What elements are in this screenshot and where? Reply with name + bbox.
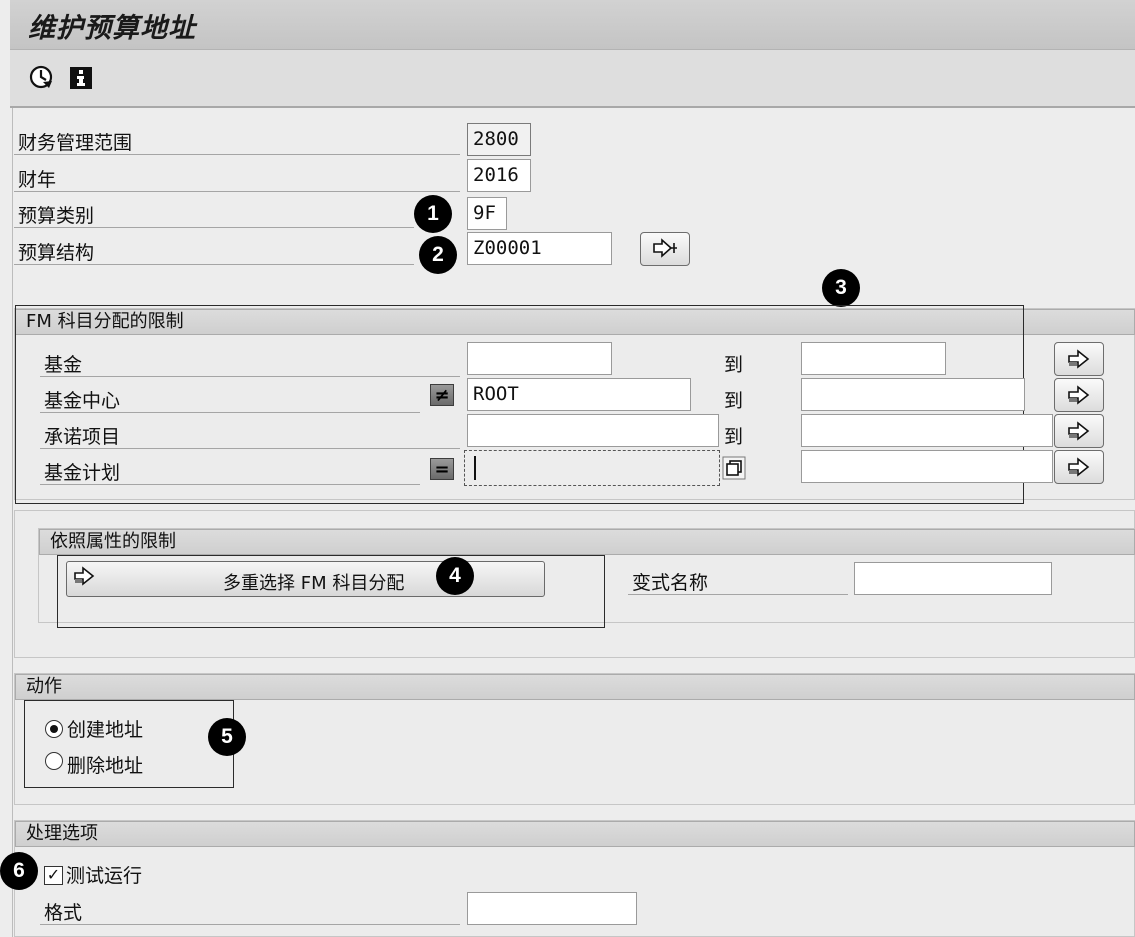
fund-to-field[interactable] <box>801 342 946 375</box>
funded-program-to-field[interactable] <box>801 450 1053 483</box>
test-run-checkbox[interactable]: ✓ <box>44 863 63 885</box>
label-underline <box>40 412 420 413</box>
label-underline <box>14 154 460 155</box>
label-underline <box>40 484 420 485</box>
delete-address-radio[interactable] <box>45 752 63 775</box>
label-underline <box>14 191 460 192</box>
fiscal-year-field[interactable]: 2016 <box>467 159 531 192</box>
text-cursor <box>474 456 476 480</box>
callout-4: 4 <box>436 557 474 595</box>
label-underline <box>14 227 414 228</box>
left-rule <box>12 108 13 937</box>
variant-name-field[interactable] <box>854 562 1052 595</box>
commitment-item-to-label: 到 <box>724 426 744 448</box>
fm-area-field: 2800 <box>467 123 531 156</box>
fund-center-label: 基金中心 <box>44 390 121 412</box>
arrow-right-icon <box>1068 349 1090 369</box>
callout-3: 3 <box>822 269 860 307</box>
clock-execute-icon[interactable] <box>27 63 55 91</box>
callout-2: 2 <box>419 236 457 274</box>
info-icon[interactable] <box>67 64 95 92</box>
callout-6: 6 <box>0 852 38 890</box>
funded-program-from-field[interactable] <box>464 450 720 486</box>
budget-structure-field[interactable]: Z00001 <box>467 232 612 265</box>
fiscal-year-label: 财年 <box>18 169 57 191</box>
fund-center-to-label: 到 <box>724 390 744 412</box>
budget-structure-nav-button[interactable] <box>640 232 690 266</box>
budget-category-label: 预算类别 <box>18 205 95 227</box>
callout-5: 5 <box>208 718 246 756</box>
budget-structure-label: 预算结构 <box>18 242 95 264</box>
delete-address-label: 删除地址 <box>67 755 144 777</box>
fund-multi-select-button[interactable] <box>1054 342 1104 376</box>
arrow-right-icon <box>74 566 95 586</box>
fund-label: 基金 <box>44 354 83 376</box>
label-underline <box>40 924 460 925</box>
processing-section-title: 处理选项 <box>15 821 1135 847</box>
commitment-item-from-field[interactable] <box>467 414 719 447</box>
application-toolbar <box>10 50 1135 108</box>
funded-program-multi-select-button[interactable] <box>1054 450 1104 484</box>
fund-from-field[interactable] <box>467 342 612 375</box>
fund-center-to-field[interactable] <box>801 378 1025 411</box>
hierarchy-arrow-icon <box>653 238 677 258</box>
action-section-title: 动作 <box>15 674 1135 700</box>
create-address-radio[interactable] <box>45 716 63 738</box>
fund-center-from-field[interactable]: ROOT <box>467 378 691 411</box>
arrow-right-icon <box>1068 457 1090 477</box>
funded-program-label: 基金计划 <box>44 462 121 484</box>
multi-select-fm-label: 多重选择 FM 科目分配 <box>223 573 405 594</box>
equal-operator-icon[interactable]: = <box>430 458 454 480</box>
arrow-right-icon <box>1068 385 1090 405</box>
format-field[interactable] <box>467 892 637 925</box>
format-label: 格式 <box>44 902 83 924</box>
budget-category-field[interactable]: 9F <box>467 197 507 230</box>
test-run-label: 测试运行 <box>66 865 143 887</box>
attr-section-title: 依照属性的限制 <box>39 529 1135 555</box>
create-address-label: 创建地址 <box>67 719 144 741</box>
variant-name-label: 变式名称 <box>632 572 709 594</box>
label-underline <box>40 448 460 449</box>
commitment-item-label: 承诺项目 <box>44 426 121 448</box>
copy-icon[interactable] <box>722 456 746 480</box>
label-underline <box>14 264 414 265</box>
label-underline <box>628 594 848 595</box>
callout-1: 1 <box>414 195 452 233</box>
fund-center-multi-select-button[interactable] <box>1054 378 1104 412</box>
page-title: 维护预算地址 <box>28 13 196 44</box>
fund-to-label: 到 <box>724 354 744 376</box>
arrow-right-icon <box>1068 421 1090 441</box>
commitment-item-to-field[interactable] <box>801 414 1053 447</box>
label-underline <box>40 376 460 377</box>
commitment-item-multi-select-button[interactable] <box>1054 414 1104 448</box>
fm-area-label: 财务管理范围 <box>18 132 133 154</box>
not-equal-operator-icon[interactable]: ≠ <box>430 384 454 406</box>
